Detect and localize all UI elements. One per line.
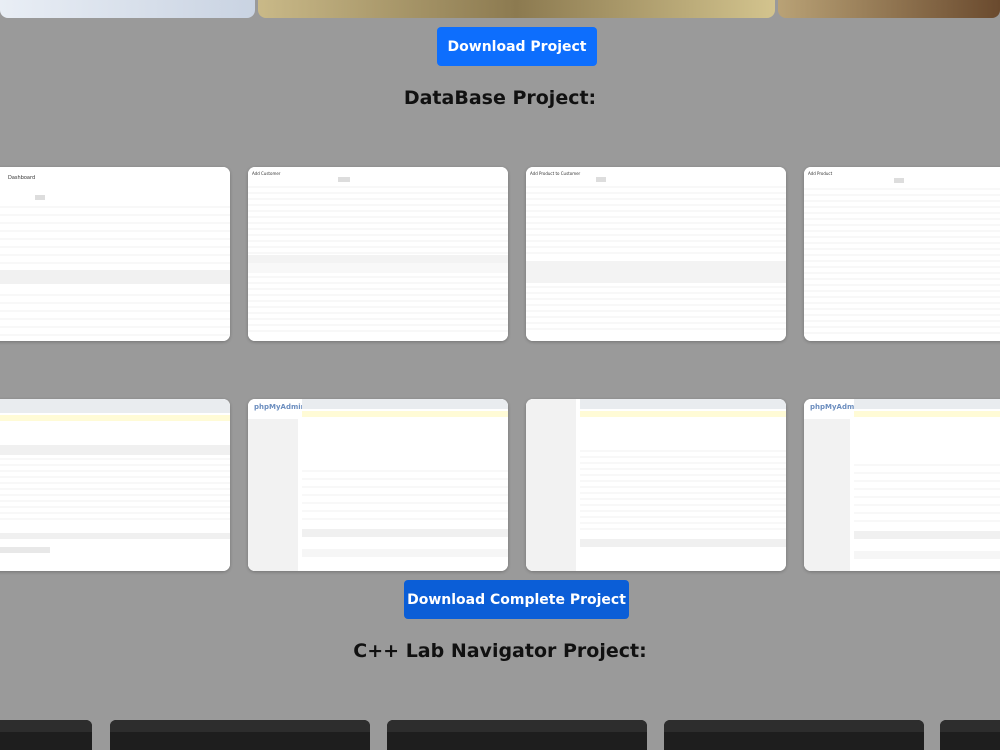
database-screenshot-3[interactable]: Add Product to Customer	[526, 167, 786, 341]
database-section-title: DataBase Project:	[403, 87, 597, 109]
svg-text:Add Product: Add Product	[808, 171, 833, 176]
svg-text:phpMyAdmin: phpMyAdmin	[254, 403, 306, 411]
table-thumbnail-icon: Add Product	[804, 167, 1000, 341]
table-thumbnail-icon: Dashboard	[0, 167, 230, 341]
download-complete-project-button[interactable]: Download Complete Project	[404, 580, 629, 619]
phpmyadmin-thumbnail-icon: phpMyAdmin	[248, 399, 508, 571]
phpmyadmin-thumbnail-icon: phpMyAdmin	[804, 399, 1000, 571]
svg-text:Add Product to Customer: Add Product to Customer	[530, 171, 581, 176]
phpmyadmin-screenshot-3[interactable]	[526, 399, 786, 571]
terminal-titlebar	[664, 720, 924, 732]
phpmyadmin-screenshot-1[interactable]	[0, 399, 230, 571]
terminal-screenshot-5[interactable]	[940, 720, 1000, 750]
table-thumbnail-icon: Add Product to Customer	[526, 167, 786, 341]
project-screenshot-1[interactable]	[0, 0, 255, 18]
table-thumbnail-icon: Add Customer	[248, 167, 508, 341]
terminal-screenshot-2[interactable]: ​	[110, 720, 370, 750]
cpp-lab-section-title: C++ Lab Navigator Project:	[353, 640, 647, 662]
download-project-button[interactable]: Download Project	[437, 27, 597, 66]
svg-text:Dashboard: Dashboard	[8, 175, 35, 181]
phpmyadmin-thumbnail-icon	[0, 399, 230, 571]
terminal-text: ​	[393, 735, 647, 741]
terminal-text: ​	[116, 735, 370, 741]
database-screenshot-2[interactable]: Add Customer	[248, 167, 508, 341]
terminal-titlebar	[110, 720, 370, 732]
terminal-text: ​	[670, 735, 924, 741]
terminal-screenshot-4[interactable]: ​	[664, 720, 924, 750]
phpmyadmin-screenshot-4[interactable]: phpMyAdmin	[804, 399, 1000, 571]
terminal-titlebar	[387, 720, 647, 732]
project-image-strip	[0, 0, 1000, 18]
terminal-titlebar	[940, 720, 1000, 732]
terminal-screenshot-1[interactable]	[0, 720, 92, 750]
project-screenshot-2[interactable]	[258, 0, 775, 18]
terminal-screenshot-3[interactable]: ​	[387, 720, 647, 750]
database-screenshot-4[interactable]: Add Product	[804, 167, 1000, 341]
phpmyadmin-screenshot-2[interactable]: phpMyAdmin	[248, 399, 508, 571]
database-screenshot-1[interactable]: Dashboard	[0, 167, 230, 341]
phpmyadmin-thumbnail-icon	[526, 399, 786, 571]
terminal-titlebar	[0, 720, 92, 732]
svg-text:phpMyAdmin: phpMyAdmin	[810, 403, 862, 411]
svg-text:Add Customer: Add Customer	[252, 171, 281, 176]
project-screenshot-3[interactable]	[778, 0, 1000, 18]
